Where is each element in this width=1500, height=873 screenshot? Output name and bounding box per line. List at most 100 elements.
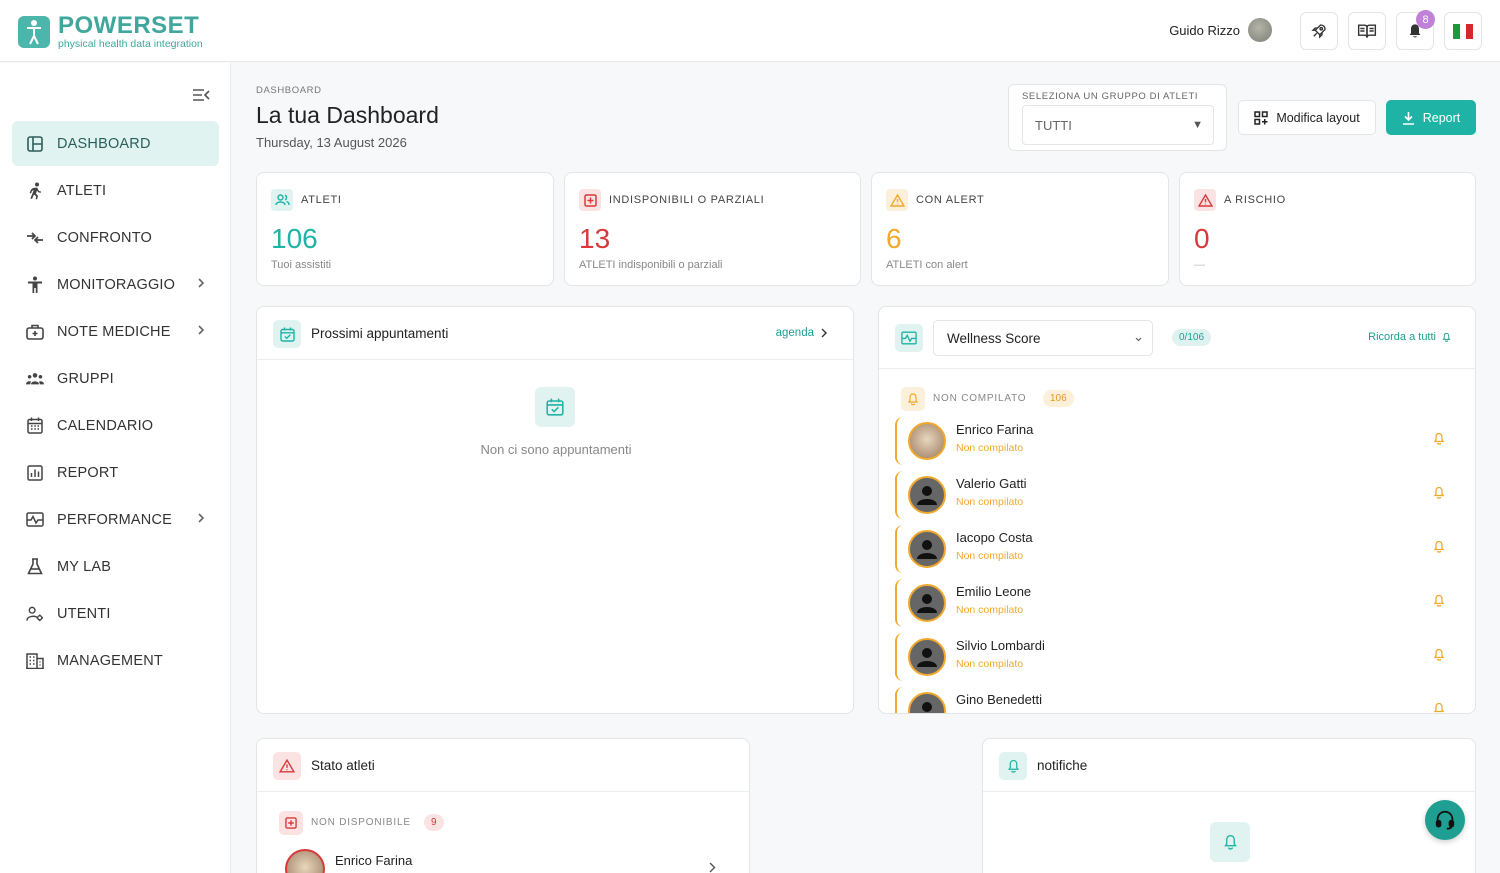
stat-card-athletes[interactable]: ATLETI 106 Tuoi assistiti — [256, 172, 554, 286]
book-icon — [1357, 24, 1377, 38]
list-item[interactable]: Iacopo Costa Non compilato — [895, 525, 1461, 573]
group-select[interactable]: TUTTI ▼ — [1022, 105, 1214, 145]
athlete-status-title: Stato atleti — [311, 758, 375, 773]
collapse-sidebar-button[interactable] — [192, 88, 210, 102]
agenda-link[interactable]: agenda — [776, 327, 827, 339]
layout-grid-add-icon — [1254, 110, 1269, 125]
stat-subtitle: — — [1194, 259, 1205, 271]
sidebar-item-atleti[interactable]: ATLETI — [12, 168, 219, 213]
default-user-icon — [917, 486, 937, 505]
list-item[interactable]: Enrico Farina Non compilato — [895, 417, 1461, 465]
athlete-status: Non compilato — [956, 496, 1024, 508]
sidebar-item-dashboard[interactable]: DASHBOARD — [12, 121, 219, 166]
calendar-check-icon — [535, 387, 575, 427]
sidebar-item-label: MONITORAGGIO — [57, 276, 176, 293]
appointments-empty-text: Non ci sono appuntamenti — [480, 442, 632, 457]
medical-bag-icon — [26, 323, 44, 341]
support-chat-button[interactable] — [1425, 800, 1465, 840]
report-label: Report — [1422, 110, 1461, 125]
sidebar-item-performance[interactable]: PERFORMANCE — [12, 497, 219, 542]
stat-label: INDISPONIBILI O PARZIALI — [609, 194, 765, 206]
notifications-title: notifiche — [1037, 758, 1088, 773]
medical-cross-icon — [579, 189, 601, 211]
bell-icon[interactable] — [1433, 540, 1445, 554]
edit-layout-button[interactable]: Modifica layout — [1238, 100, 1376, 135]
wellness-metric-select[interactable]: Wellness Score — [933, 320, 1153, 356]
sidebar-item-confronto[interactable]: CONFRONTO — [12, 215, 219, 260]
list-item[interactable]: Valerio Gatti Non compilato — [895, 471, 1461, 519]
user-menu[interactable]: Guido Rizzo — [1169, 18, 1272, 42]
athlete-status-panel: Stato atleti NON DISPONIBILE 9 Enrico Fa… — [256, 738, 750, 873]
edit-layout-label: Modifica layout — [1276, 110, 1360, 125]
performance-icon — [895, 324, 923, 352]
bar-chart-icon — [26, 464, 44, 482]
brand-logo[interactable]: POWERSET physical health data integratio… — [18, 14, 203, 50]
notification-badge: 8 — [1416, 10, 1435, 29]
group-selector: SELEZIONA UN GRUPPO DI ATLETI TUTTI ▼ — [1008, 84, 1227, 151]
stat-value: 0 — [1194, 223, 1210, 254]
page-title: La tua Dashboard — [256, 102, 439, 128]
sidebar-item-calendario[interactable]: CALENDARIO — [12, 403, 219, 448]
default-user-icon — [917, 540, 937, 559]
notifications-button[interactable]: 8 — [1396, 10, 1435, 50]
bell-icon[interactable] — [1433, 648, 1445, 662]
chevron-right-icon[interactable] — [709, 862, 716, 873]
guide-button[interactable] — [1348, 12, 1386, 50]
building-icon — [26, 652, 44, 670]
sidebar-item-note-mediche[interactable]: NOTE MEDICHE — [12, 309, 219, 354]
sidebar-item-monitoraggio[interactable]: MONITORAGGIO — [12, 262, 219, 307]
list-item[interactable]: Emilio Leone Non compilato — [895, 579, 1461, 627]
avatar — [908, 638, 946, 676]
stat-card-alert[interactable]: CON ALERT 6 ATLETI con alert — [871, 172, 1169, 286]
sidebar-item-label: CONFRONTO — [57, 229, 152, 246]
athlete-status: Non compilato — [956, 550, 1024, 562]
stat-subtitle: Tuoi assistiti — [271, 259, 332, 271]
sidebar-item-my-lab[interactable]: MY LAB — [12, 544, 219, 589]
rocket-button[interactable] — [1300, 12, 1338, 50]
stat-card-unavailable[interactable]: INDISPONIBILI O PARZIALI 13 ATLETI indis… — [564, 172, 861, 286]
wellness-progress-badge: 0/106 — [1172, 329, 1212, 346]
athlete-name[interactable]: Enrico Farina — [335, 853, 412, 868]
sidebar-item-label: REPORT — [57, 464, 119, 481]
sidebar-item-label: CALENDARIO — [57, 417, 154, 434]
brand-figure-icon — [18, 15, 50, 48]
calendar-check-icon — [273, 320, 301, 348]
sidebar-item-management[interactable]: MANAGEMENT — [12, 638, 219, 683]
bell-icon[interactable] — [1433, 486, 1445, 500]
list-item[interactable]: Gino Benedetti — [895, 687, 1461, 714]
breadcrumb: DASHBOARD — [256, 85, 322, 96]
bell-icon[interactable] — [1433, 702, 1445, 714]
athlete-name: Gino Benedetti — [956, 692, 1043, 707]
avatar — [285, 849, 325, 873]
sidebar-item-utenti[interactable]: UTENTI — [12, 591, 219, 636]
bell-icon[interactable] — [1433, 432, 1445, 446]
athlete-name: Silvio Lombardi — [956, 638, 1045, 653]
sidebar-item-report[interactable]: REPORT — [12, 450, 219, 495]
stat-label: A RISCHIO — [1224, 194, 1286, 206]
sidebar-item-gruppi[interactable]: GRUPPI — [12, 356, 219, 401]
avatar — [908, 530, 946, 568]
italy-flag-icon — [1453, 23, 1474, 39]
not-compiled-count-badge: 106 — [1043, 390, 1074, 407]
wellness-metric-value: Wellness Score — [947, 331, 1041, 346]
report-button[interactable]: Report — [1386, 100, 1476, 135]
sidebar-item-label: GRUPPI — [57, 370, 114, 387]
sidebar-item-label: DASHBOARD — [57, 135, 151, 152]
top-bar: POWERSET physical health data integratio… — [0, 0, 1500, 62]
bell-icon[interactable] — [1433, 594, 1445, 608]
list-item[interactable]: Silvio Lombardi Non compilato — [895, 633, 1461, 681]
stat-card-at-risk[interactable]: A RISCHIO 0 — — [1179, 172, 1476, 286]
sidebar-item-label: NOTE MEDICHE — [57, 323, 171, 340]
athlete-name: Valerio Gatti — [956, 476, 1027, 491]
remind-all-button[interactable]: Ricorda a tutti — [1368, 331, 1451, 343]
wellness-panel: Wellness Score 0/106 Ricorda a tutti NON… — [878, 306, 1476, 714]
stat-value: 6 — [886, 223, 902, 254]
menu-collapse-icon — [193, 89, 210, 101]
avatar — [908, 476, 946, 514]
athlete-name: Iacopo Costa — [956, 530, 1033, 545]
bell-icon — [1210, 822, 1250, 862]
avatar — [1248, 18, 1272, 42]
language-button[interactable] — [1444, 12, 1482, 50]
appointments-title: Prossimi appuntamenti — [311, 326, 449, 341]
flask-icon — [26, 558, 44, 576]
